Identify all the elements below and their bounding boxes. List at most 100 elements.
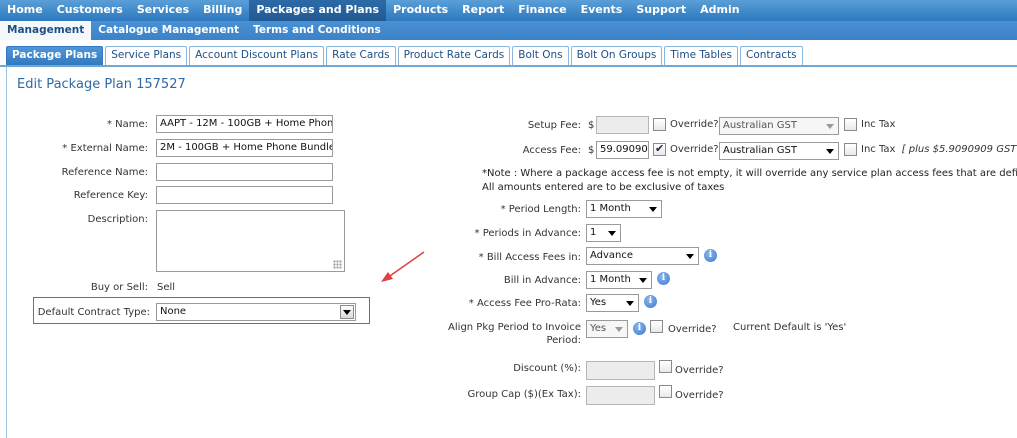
align-pkg-period-select[interactable]: Yes [586, 320, 628, 338]
access-fee-pro-rata-label: * Access Fee Pro-Rata: [468, 298, 581, 309]
discount-override-label: Override? [675, 365, 724, 376]
access-fee-label: Access Fee: [522, 145, 581, 156]
subnav-management[interactable]: Management [0, 21, 92, 40]
access-fee-tax-select[interactable]: Australian GST [719, 142, 839, 160]
nav-services[interactable]: Services [130, 0, 196, 21]
periods-in-advance-label: * Periods in Advance: [474, 228, 581, 239]
bill-in-advance-label: Bill in Advance: [503, 275, 581, 286]
align-pkg-period-label: Align Pkg Period to Invoice Period: [448, 322, 581, 346]
access-fee-note: *Note : Where a package access fee is no… [482, 168, 1017, 179]
period-length-select[interactable]: 1 Month [586, 200, 662, 218]
tab-bar: Package Plans Service Plans Account Disc… [0, 40, 1017, 67]
access-fee-tax-value: Australian GST [723, 145, 797, 156]
discount-label: Discount (%): [513, 363, 581, 374]
setup-fee-tax-value: Australian GST [723, 120, 797, 131]
group-cap-override-checkbox[interactable] [659, 385, 672, 398]
external-name-label: * External Name: [62, 143, 148, 154]
chevron-down-icon [826, 124, 834, 129]
nav-billing[interactable]: Billing [196, 0, 249, 21]
external-name-input[interactable]: 2M - 100GB + Home Phone Bundle [156, 139, 333, 157]
access-fee-pro-rata-select[interactable]: Yes [586, 294, 639, 312]
tab-contracts[interactable]: Contracts [740, 46, 803, 65]
tab-package-plans[interactable]: Package Plans [6, 46, 104, 65]
chevron-down-icon [615, 327, 623, 332]
periods-in-advance-select[interactable]: 1 [586, 224, 621, 242]
reference-key-input[interactable] [156, 186, 333, 204]
discount-override-checkbox[interactable] [659, 360, 672, 373]
bill-access-fees-in-select[interactable]: Advance [586, 247, 699, 265]
inc-tax-gst-note: [ plus $5.9090909 GST is [901, 144, 1017, 155]
bill-in-advance-select[interactable]: 1 Month [586, 271, 652, 289]
setup-fee-inc-tax-checkbox[interactable] [844, 118, 857, 131]
access-fee-override-checkbox[interactable] [653, 142, 666, 156]
nav-customers[interactable]: Customers [50, 0, 130, 21]
bill-access-fees-in-value: Advance [590, 250, 634, 261]
default-contract-type-value: None [160, 306, 187, 317]
subnav-catalogue-management[interactable]: Catalogue Management [91, 21, 246, 40]
align-pkg-period-label-line2: Period: [546, 335, 581, 346]
tab-bolt-on-groups[interactable]: Bolt On Groups [570, 46, 663, 65]
red-arrow-icon [381, 251, 425, 282]
tab-service-plans[interactable]: Service Plans [105, 46, 188, 65]
align-pkg-period-label-line1: Align Pkg Period to Invoice [448, 322, 581, 333]
setup-fee-input[interactable] [596, 116, 649, 134]
info-icon[interactable]: i [704, 249, 717, 262]
chevron-down-icon [608, 231, 616, 236]
bill-in-advance-value: 1 Month [590, 274, 631, 285]
setup-fee-label: Setup Fee: [527, 120, 581, 131]
page-title: Edit Package Plan 157527 [17, 77, 186, 92]
access-fee-currency: $ [588, 145, 595, 156]
group-cap-input[interactable] [586, 386, 655, 405]
align-pkg-period-override-label: Override? [668, 324, 717, 335]
default-contract-type-select[interactable]: None [156, 303, 356, 321]
nav-packages-and-plans[interactable]: Packages and Plans [249, 0, 387, 21]
reference-name-label: Reference Name: [61, 167, 148, 178]
reference-key-label: Reference Key: [73, 190, 148, 201]
nav-report[interactable]: Report [455, 0, 511, 21]
access-fee-inc-tax-label: Inc Tax [ plus $5.9090909 GST is [861, 144, 1017, 155]
amounts-note: All amounts entered are to be exclusive … [482, 182, 725, 193]
tab-product-rate-cards[interactable]: Product Rate Cards [397, 46, 511, 65]
access-fee-override-label: Override? [670, 144, 719, 155]
setup-fee-tax-select[interactable]: Australian GST [719, 117, 839, 135]
access-fee-inc-tax-checkbox[interactable] [844, 143, 857, 156]
setup-fee-currency: $ [588, 120, 595, 131]
tab-account-discount-plans[interactable]: Account Discount Plans [189, 46, 325, 65]
top-navigation: Home Customers Services Billing Packages… [0, 0, 1017, 21]
nav-finance[interactable]: Finance [511, 0, 573, 21]
access-fee-pro-rata-value: Yes [590, 297, 607, 308]
nav-home[interactable]: Home [0, 0, 50, 21]
align-pkg-period-override-checkbox[interactable] [650, 320, 663, 333]
group-cap-label: Group Cap ($)(Ex Tax): [467, 389, 581, 400]
bill-access-fees-in-label: * Bill Access Fees in: [478, 252, 581, 263]
group-cap-override-label: Override? [675, 390, 724, 401]
tab-bolt-ons[interactable]: Bolt Ons [512, 46, 569, 65]
info-icon[interactable]: i [644, 295, 657, 308]
description-label: Description: [87, 214, 148, 225]
periods-in-advance-value: 1 [590, 227, 597, 238]
setup-fee-override-checkbox[interactable] [653, 118, 666, 131]
name-input[interactable]: AAPT - 12M - 100GB + Home Phone [156, 115, 333, 133]
setup-fee-override-label: Override? [670, 119, 719, 130]
nav-products[interactable]: Products [386, 0, 455, 21]
align-pkg-period-value: Yes [590, 323, 607, 334]
subnav-terms-and-conditions[interactable]: Terms and Conditions [246, 21, 388, 40]
nav-admin[interactable]: Admin [693, 0, 746, 21]
description-textarea[interactable] [156, 210, 345, 272]
inc-tax-text: Inc Tax [861, 144, 896, 155]
info-icon[interactable]: i [657, 272, 670, 285]
sub-navigation: Management Catalogue Management Terms an… [0, 21, 1017, 40]
tab-time-tables[interactable]: Time Tables [664, 46, 739, 65]
tab-rate-cards[interactable]: Rate Cards [326, 46, 396, 65]
access-fee-input[interactable]: 59.09090 [596, 141, 649, 159]
reference-name-input[interactable] [156, 163, 333, 181]
chevron-down-icon [649, 207, 657, 212]
nav-events[interactable]: Events [574, 0, 630, 21]
dropdown-button[interactable] [340, 305, 354, 319]
info-icon[interactable]: i [633, 322, 646, 335]
name-label: * Name: [106, 119, 148, 130]
discount-input[interactable] [586, 361, 655, 380]
resize-grip-icon[interactable] [333, 260, 342, 269]
nav-support[interactable]: Support [629, 0, 693, 21]
period-length-value: 1 Month [590, 203, 631, 214]
